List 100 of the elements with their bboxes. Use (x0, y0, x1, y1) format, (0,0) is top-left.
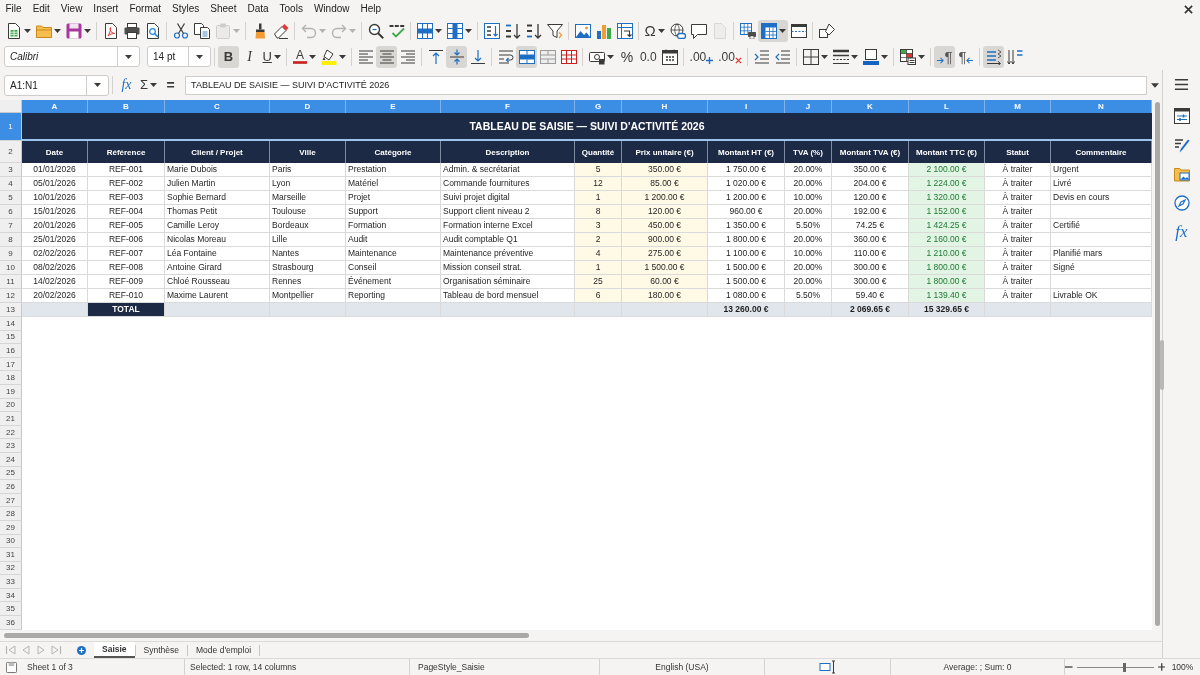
sheet-tab[interactable]: Mode d'emploi (188, 643, 260, 657)
column-heading: TVA (%) (785, 141, 832, 163)
row-header[interactable]: 23 (0, 439, 22, 453)
row-header[interactable]: 12 (0, 289, 22, 303)
row-header[interactable]: 14 (0, 317, 22, 331)
row-header[interactable]: 13 (0, 303, 22, 317)
formula-button[interactable]: = (160, 74, 182, 96)
add-decimal-button[interactable]: .00 (687, 45, 716, 68)
sidebar-handle[interactable] (1160, 340, 1164, 390)
row-header[interactable]: 6 (0, 205, 22, 219)
table-cell: 3 (575, 219, 622, 233)
row-header[interactable]: 16 (0, 344, 22, 358)
font-name-field[interactable]: Calibri (4, 46, 140, 67)
scrollbar-thumb[interactable] (4, 633, 529, 638)
left-to-right-button[interactable]: ¶ (934, 45, 956, 68)
bold-button[interactable]: B (218, 45, 239, 68)
formula-input[interactable]: TABLEAU DE SAISIE — SUIVI D'ACTIVITÉ 2026 (185, 75, 1147, 95)
zoom-level[interactable]: 100% (1171, 662, 1194, 672)
selection-summary: Average: ; Sum: 0 (943, 662, 1012, 672)
table-cell: REF-001 (88, 163, 165, 177)
selection-mode-icon[interactable] (819, 660, 836, 674)
row-header[interactable]: 4 (0, 177, 22, 191)
table-cell: Prestation (346, 163, 441, 177)
scrollbar-thumb[interactable] (1154, 102, 1160, 626)
row-header[interactable]: 5 (0, 191, 22, 205)
row-header[interactable]: 9 (0, 247, 22, 261)
row-header[interactable]: 7 (0, 219, 22, 233)
column-heading: Référence (88, 141, 165, 163)
table-cell: Léa Fontaine (165, 247, 270, 261)
table-cell: À traiter (985, 261, 1051, 275)
unmerge-cells-icon (560, 48, 577, 65)
table-cell: REF-003 (88, 191, 165, 205)
row-header[interactable]: 8 (0, 233, 22, 247)
menu-item[interactable]: File (0, 1, 28, 17)
merge-center-button[interactable] (516, 45, 538, 68)
vertical-text-icon (1006, 48, 1023, 65)
sheet-position: Sheet 1 of 3 (27, 662, 73, 672)
function-wizard-button[interactable]: fx (116, 74, 137, 96)
right-to-left-button[interactable]: ¶ (955, 45, 977, 68)
spreadsheet-icon (5, 22, 22, 39)
row-header[interactable]: 2 (0, 141, 22, 163)
close-document-button[interactable] (1182, 2, 1195, 16)
freeze-button[interactable] (758, 19, 789, 42)
sheet-tab[interactable]: Saisie (94, 642, 135, 658)
underline-button[interactable]: U (260, 45, 284, 68)
row-header[interactable]: 31 (0, 548, 22, 562)
row-header[interactable]: 18 (0, 371, 22, 385)
menu-item[interactable]: Styles (166, 1, 205, 17)
menu-item[interactable]: Tools (274, 1, 309, 17)
folder-icon (35, 22, 52, 39)
table-cell: 1 020.00 € (708, 177, 785, 191)
name-box[interactable]: A1:N1 (4, 74, 109, 96)
menu-item[interactable]: View (55, 1, 88, 17)
table-cell: 1 424.25 € (909, 219, 985, 233)
table-cell: 1 139.40 € (909, 289, 985, 303)
menu-item[interactable]: Window (308, 1, 355, 17)
minus-icon[interactable] (1065, 663, 1073, 671)
number-button[interactable]: 0.0 (637, 45, 660, 68)
italic-button[interactable]: I (239, 45, 260, 68)
row-header[interactable]: 33 (0, 575, 22, 589)
menu-item[interactable]: Data (241, 1, 275, 17)
menu-item[interactable]: Edit (27, 1, 56, 17)
total-cell: 2 069.65 € (832, 303, 909, 317)
border-color-icon (862, 48, 879, 65)
row-header[interactable]: 28 (0, 507, 22, 521)
row-header[interactable]: 26 (0, 480, 22, 494)
plus-circle-icon[interactable] (77, 645, 86, 655)
sum-button[interactable]: Σ (137, 74, 161, 96)
menu-item[interactable]: Sheet (204, 1, 242, 17)
functions-button[interactable]: fx (1169, 222, 1194, 242)
table-cell: 10.00% (785, 191, 832, 205)
row-header[interactable]: 36 (0, 616, 22, 630)
table-cell: REF-006 (88, 233, 165, 247)
align-middle-button[interactable] (446, 45, 468, 68)
delete-decimal-button[interactable]: .00 (715, 45, 745, 68)
font-color-button[interactable]: A (290, 45, 319, 68)
font-size-field[interactable]: 14 pt (147, 46, 211, 67)
row-header[interactable]: 3 (0, 163, 22, 177)
menu-item[interactable]: Help (355, 1, 387, 17)
caret-icon[interactable] (1151, 82, 1159, 88)
table-cell: Audit (346, 233, 441, 247)
row-header[interactable]: 21 (0, 412, 22, 426)
row-header[interactable]: 11 (0, 275, 22, 289)
table-cell: 1 210.00 € (909, 247, 985, 261)
row-header[interactable]: 35 (0, 602, 22, 617)
special-character-button[interactable]: Ω (642, 19, 668, 42)
plus-icon[interactable] (1157, 663, 1165, 671)
menu-item[interactable]: Format (123, 1, 167, 17)
row-header[interactable]: 10 (0, 261, 22, 275)
close-icon (1184, 4, 1193, 14)
text-left-to-right-button[interactable] (983, 45, 1005, 68)
align-left-icon (357, 48, 374, 65)
percent-button[interactable]: % (616, 45, 638, 68)
table-cell: Certifié (1051, 219, 1152, 233)
total-cell: 13 260.00 € (708, 303, 785, 317)
table-cell: 20.00% (785, 275, 832, 289)
menu-item[interactable]: Insert (87, 1, 124, 17)
zoom-slider-thumb[interactable] (1123, 662, 1127, 672)
sheet-tab[interactable]: Synthèse (135, 643, 188, 657)
table-cell: 1 320.00 € (909, 191, 985, 205)
